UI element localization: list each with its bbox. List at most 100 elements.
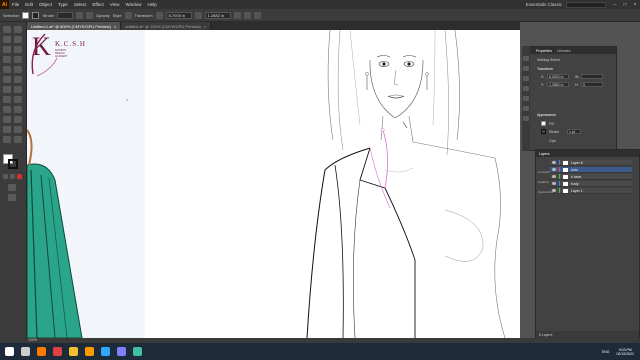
lasso-tool-icon[interactable] [14, 36, 22, 43]
gradient-panel-icon[interactable] [523, 96, 529, 101]
y-field[interactable]: 1.2882 in [547, 82, 569, 87]
blend-tool-icon[interactable] [14, 126, 22, 133]
eye-icon[interactable] [552, 182, 556, 185]
layer-name[interactable]: body [571, 182, 579, 186]
magic-wand-tool-icon[interactable] [3, 36, 11, 43]
tab-untitled-1[interactable]: Untitled-1.ai* @ 800% (CMYK/GPU Preview)… [27, 22, 122, 30]
curvature-tool-icon[interactable] [14, 46, 22, 53]
language-indicator[interactable]: ENG [602, 350, 610, 354]
color-mode-icon[interactable] [3, 174, 8, 179]
artboard-reference[interactable]: K K.C.S.H FASHION DESIGN ACADEMY [27, 30, 145, 338]
free-transform-tool-icon[interactable] [14, 96, 22, 103]
tab-libraries[interactable]: Libraries [557, 49, 570, 53]
direct-selection-tool-icon[interactable] [14, 26, 22, 33]
illustrator-icon[interactable] [85, 347, 94, 356]
side-label[interactable]: Quick Actio [538, 190, 553, 194]
tab-close-icon[interactable]: × [204, 24, 206, 29]
gradient-mode-icon[interactable] [10, 174, 15, 179]
symbols-icon[interactable] [523, 76, 529, 81]
menu-type[interactable]: Type [55, 2, 71, 7]
rotate-tool-icon[interactable] [3, 86, 11, 93]
pen-tool-icon[interactable] [3, 46, 11, 53]
stroke-weight-field[interactable] [57, 11, 74, 19]
layer-name[interactable]: k have [571, 175, 581, 179]
eyedropper-tool-icon[interactable] [3, 126, 11, 133]
zoom-tool-icon[interactable] [14, 136, 22, 143]
layer-row[interactable]: Layer 1 [550, 188, 632, 194]
eye-icon[interactable] [552, 175, 556, 178]
stroke-panel-icon[interactable] [523, 86, 529, 91]
search-icon[interactable] [21, 347, 30, 356]
side-label[interactable]: Isolation [538, 180, 549, 184]
paintbrush-tool-icon[interactable] [14, 66, 22, 73]
canvas-area[interactable]: K K.C.S.H FASHION DESIGN ACADEMY [27, 30, 520, 338]
menu-window[interactable]: Window [122, 2, 144, 7]
draw-mode-icon[interactable] [8, 184, 16, 191]
shape-builder-tool-icon[interactable] [3, 106, 11, 113]
align-icon[interactable] [155, 11, 163, 19]
swatches-icon[interactable] [523, 56, 529, 61]
fill-swatch[interactable] [541, 121, 546, 126]
layer-name[interactable]: dots [571, 168, 578, 172]
media-icon[interactable] [117, 347, 126, 356]
stroke-swatch[interactable] [32, 11, 40, 19]
pencil-tool-icon[interactable] [3, 76, 11, 83]
workspace-switcher[interactable]: Essentials Classic [522, 2, 566, 7]
artboard-main[interactable] [145, 30, 520, 338]
link-icon[interactable] [194, 11, 202, 19]
tab-layers[interactable]: Layers [539, 152, 550, 156]
h-field[interactable]: 0 [581, 82, 603, 87]
fashion-sketch[interactable] [145, 30, 520, 338]
chat-icon[interactable] [133, 347, 142, 356]
width-tool-icon[interactable] [3, 96, 11, 103]
system-clock[interactable]: 9:03 PM 02/19/2021 [616, 348, 640, 356]
none-mode-icon[interactable] [17, 174, 22, 179]
distribute-icon[interactable] [243, 11, 251, 19]
menu-effect[interactable]: Effect [89, 2, 106, 7]
firefox-icon[interactable] [37, 347, 46, 356]
selection-tool-icon[interactable] [3, 26, 11, 33]
windows-icon[interactable] [5, 347, 14, 356]
screen-mode-icon[interactable] [8, 194, 16, 201]
tab-properties[interactable]: Properties [536, 49, 552, 53]
x-field[interactable]: 6.0002 in [547, 74, 569, 79]
width-field[interactable]: 6.7005 in [165, 11, 192, 19]
rectangle-tool-icon[interactable] [3, 66, 11, 73]
appearance-icon[interactable] [523, 116, 529, 121]
stroke-swatch[interactable] [541, 129, 546, 134]
variable-width-icon[interactable] [76, 11, 84, 19]
layer-row[interactable]: Layer 6 [550, 160, 632, 166]
stroke-weight-field[interactable]: 1 pt [567, 129, 581, 134]
hand-tool-icon[interactable] [3, 136, 11, 143]
maximize-icon[interactable]: □ [620, 2, 630, 8]
height-field[interactable]: 1.2882 in [204, 11, 231, 19]
layer-row[interactable]: k have [550, 174, 632, 180]
search-help-input[interactable] [566, 1, 606, 8]
fill-swatch[interactable] [22, 11, 30, 19]
perspective-grid-tool-icon[interactable] [14, 106, 22, 113]
scale-tool-icon[interactable] [14, 86, 22, 93]
chrome-icon[interactable] [53, 347, 62, 356]
menu-help[interactable]: Help [144, 2, 159, 7]
tab-close-icon[interactable]: × [114, 24, 116, 29]
eye-icon[interactable] [552, 168, 556, 171]
arrange-icon[interactable] [253, 11, 261, 19]
opacity-label[interactable]: Opacity [96, 13, 110, 18]
stroke-color-icon[interactable] [8, 159, 18, 169]
mesh-tool-icon[interactable] [3, 116, 11, 123]
selected-path[interactable] [382, 129, 388, 189]
minimize-icon[interactable]: – [610, 2, 620, 8]
w-field[interactable] [581, 74, 603, 79]
layer-name[interactable]: Layer 1 [571, 189, 583, 193]
layer-name[interactable]: Layer 6 [571, 161, 583, 165]
tab-untitled[interactable]: untitled.ai* @ 100% (CMYK/GPU Preview) × [121, 22, 212, 30]
eye-icon[interactable] [552, 161, 556, 164]
style-swatch-icon[interactable] [124, 11, 132, 19]
transform-label[interactable]: Transform [135, 13, 153, 18]
gradient-tool-icon[interactable] [14, 116, 22, 123]
brushes-icon[interactable] [523, 66, 529, 71]
menu-select[interactable]: Select [71, 2, 90, 7]
layer-row[interactable]: body [550, 181, 632, 187]
explorer-icon[interactable] [69, 347, 78, 356]
menu-object[interactable]: Object [36, 2, 55, 7]
